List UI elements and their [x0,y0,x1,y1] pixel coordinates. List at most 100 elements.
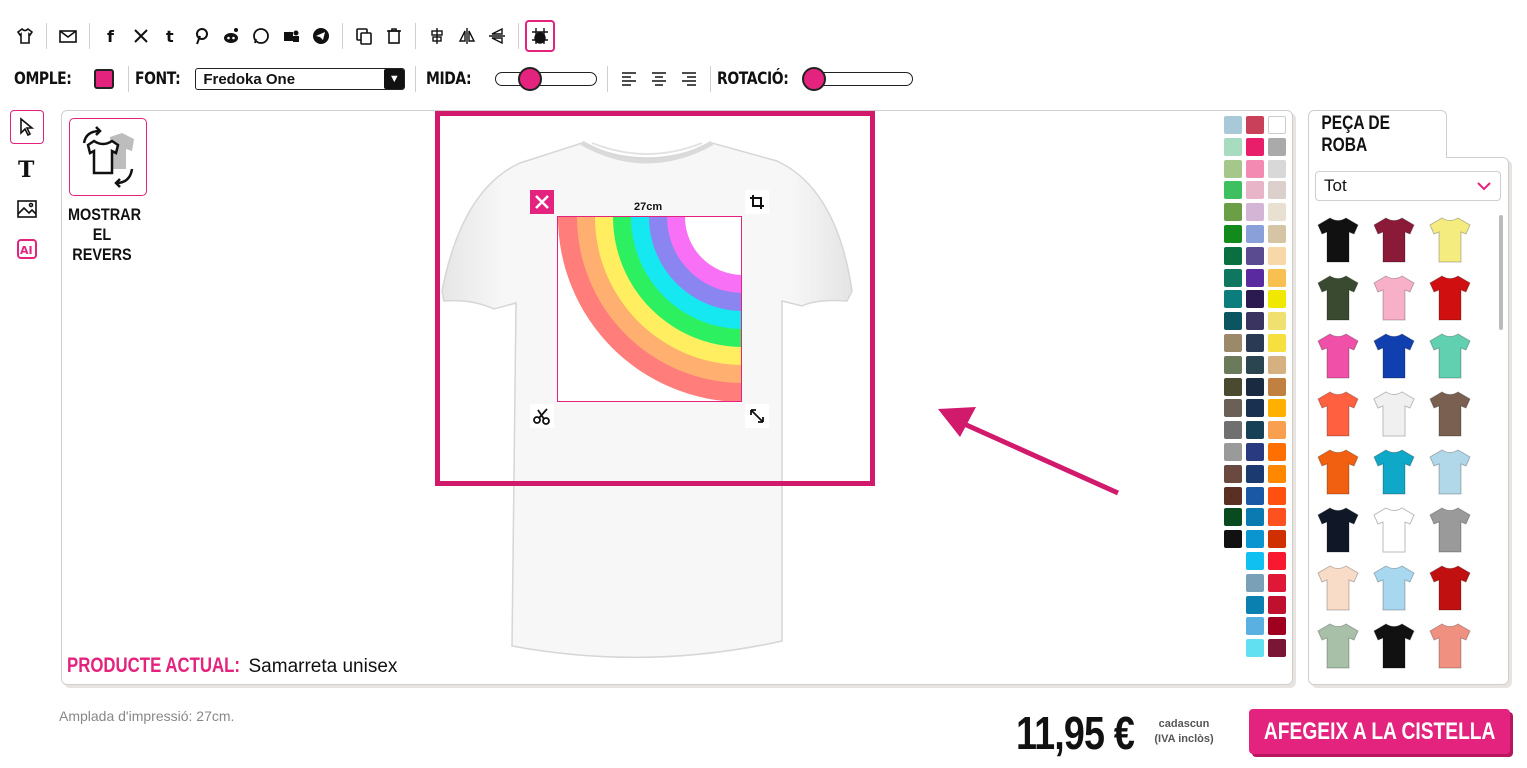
color-swatch[interactable] [1268,486,1286,505]
product-item[interactable] [1313,445,1363,497]
select-tool[interactable] [10,110,44,144]
product-item[interactable] [1425,445,1475,497]
color-swatch[interactable] [1224,246,1242,265]
color-swatch[interactable] [1268,312,1286,331]
color-swatch[interactable] [1224,508,1242,527]
font-select[interactable]: Fredoka One ▼ [195,68,406,90]
tshirt-icon[interactable] [10,20,40,52]
product-item[interactable] [1369,387,1419,439]
color-swatch[interactable] [1224,355,1242,374]
color-swatch[interactable] [1268,181,1286,200]
color-swatch[interactable] [1246,595,1264,614]
teams-icon[interactable] [276,20,306,52]
color-swatch[interactable] [1268,508,1286,527]
align-text-center-icon[interactable] [644,63,674,95]
color-swatch[interactable] [1246,486,1264,505]
color-swatch[interactable] [1224,268,1242,287]
color-swatch[interactable] [1224,399,1242,418]
color-swatch[interactable] [1268,355,1286,374]
delete-design-handle[interactable] [530,190,554,214]
telegram-icon[interactable] [306,20,336,52]
product-item[interactable] [1425,561,1475,613]
show-back-button[interactable] [69,118,147,196]
color-swatch[interactable] [1246,181,1264,200]
color-swatch[interactable] [1268,246,1286,265]
color-swatch[interactable] [1268,137,1286,156]
color-swatch[interactable] [1246,508,1264,527]
flip-horizontal-icon[interactable] [452,20,482,52]
color-swatch[interactable] [1246,443,1264,461]
product-item[interactable] [1425,213,1475,265]
color-swatch[interactable] [1246,334,1264,352]
product-item[interactable] [1425,271,1475,323]
color-swatch[interactable] [1246,225,1264,243]
text-tool[interactable]: T [10,151,44,185]
color-swatch[interactable] [1246,246,1264,265]
color-swatch[interactable] [1268,377,1286,396]
color-swatch[interactable] [1268,443,1286,461]
grid-snap-icon[interactable] [525,20,555,52]
color-swatch[interactable] [1246,137,1264,156]
product-item[interactable] [1369,329,1419,381]
product-item[interactable] [1313,619,1363,671]
color-swatch[interactable] [1268,617,1286,636]
tab-clothing[interactable]: PEÇA DE ROBA [1308,110,1447,158]
resize-handle[interactable] [745,404,769,428]
color-swatch[interactable] [1246,530,1264,549]
color-swatch[interactable] [1246,159,1264,178]
product-item[interactable] [1425,503,1475,555]
rotation-slider-thumb[interactable] [801,67,826,91]
product-item[interactable] [1425,329,1475,381]
image-tool[interactable] [10,192,44,226]
flip-vertical-icon[interactable] [482,20,512,52]
color-swatch[interactable] [1224,377,1242,396]
color-swatch[interactable] [1268,639,1286,658]
product-item[interactable] [1369,445,1419,497]
color-swatch[interactable] [1224,225,1242,243]
color-swatch[interactable] [1246,421,1264,440]
align-center-icon[interactable] [422,20,452,52]
whatsapp-icon[interactable] [246,20,276,52]
align-right-icon[interactable] [674,63,704,95]
x-icon[interactable] [126,20,156,52]
color-swatch[interactable] [1224,530,1242,549]
product-item[interactable] [1313,387,1363,439]
ai-tool[interactable]: AI [10,232,44,266]
product-item[interactable] [1369,271,1419,323]
align-left-icon[interactable] [614,63,644,95]
product-item[interactable] [1425,619,1475,671]
color-swatch[interactable] [1268,225,1286,243]
color-swatch[interactable] [1268,334,1286,352]
color-swatch[interactable] [1224,203,1242,222]
tumblr-icon[interactable]: t [156,20,186,52]
color-swatch[interactable] [1224,181,1242,200]
color-swatch[interactable] [1268,116,1286,134]
color-swatch[interactable] [1224,464,1242,483]
delete-icon[interactable] [379,20,409,52]
size-slider-thumb[interactable] [518,67,543,91]
color-swatch[interactable] [1246,355,1264,374]
size-slider[interactable] [495,67,598,91]
color-swatch[interactable] [1268,268,1286,287]
product-filter-select[interactable]: Tot [1315,171,1501,201]
color-swatch[interactable] [1246,268,1264,287]
product-item[interactable] [1369,503,1419,555]
color-swatch[interactable] [1246,312,1264,331]
color-swatch[interactable] [1224,486,1242,505]
rainbow-design[interactable] [557,216,742,402]
color-swatch[interactable] [1224,137,1242,156]
product-item[interactable] [1425,387,1475,439]
product-item[interactable] [1313,271,1363,323]
product-scrollbar[interactable] [1499,215,1503,330]
color-swatch[interactable] [1268,203,1286,222]
color-swatch[interactable] [1268,552,1286,570]
color-swatch[interactable] [1224,116,1242,134]
color-swatch[interactable] [1246,617,1264,636]
color-swatch[interactable] [1246,639,1264,658]
add-to-cart-button[interactable]: AFEGEIX A LA CISTELLA [1249,709,1510,754]
duplicate-icon[interactable] [349,20,379,52]
color-swatch[interactable] [1268,159,1286,178]
crop-handle[interactable] [745,190,769,214]
rotation-slider[interactable] [801,67,913,91]
color-swatch[interactable] [1224,312,1242,331]
